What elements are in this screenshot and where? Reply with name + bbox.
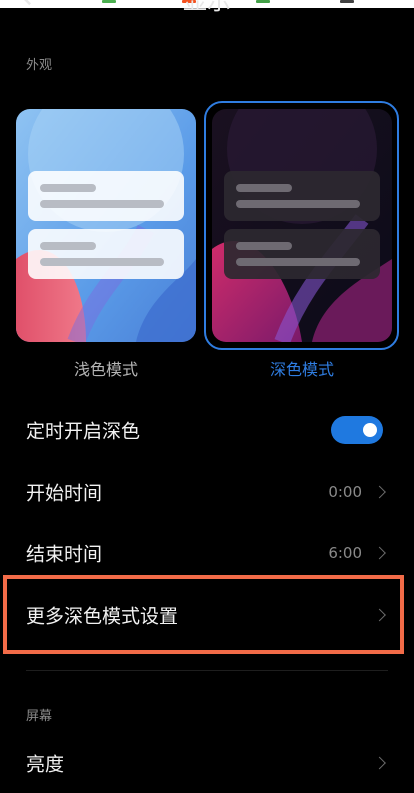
brightness-row[interactable]: 亮度	[0, 733, 414, 793]
mock-bar	[40, 200, 164, 208]
chevron-right-icon	[373, 756, 386, 770]
end-time-label: 结束时间	[26, 543, 103, 566]
scheduled-dark-toggle[interactable]	[331, 416, 383, 444]
mock-card	[28, 171, 184, 221]
dark-wallpaper-image	[212, 109, 392, 342]
section-label-appearance: 外观	[26, 58, 53, 73]
light-mode-label[interactable]: 浅色模式	[16, 356, 196, 380]
mock-bar	[40, 242, 96, 250]
brightness-label: 亮度	[26, 753, 65, 776]
mock-card	[224, 171, 380, 221]
dark-mode-preview[interactable]	[212, 109, 392, 342]
toggle-knob	[363, 423, 377, 437]
mock-card	[224, 229, 380, 279]
mock-bar	[236, 184, 292, 192]
page-header: ← 显示	[0, 0, 414, 24]
scheduled-dark-row[interactable]: 定时开启深色	[0, 400, 414, 460]
scheduled-dark-label: 定时开启深色	[26, 420, 141, 443]
mock-bar	[40, 258, 164, 266]
light-mode-preview[interactable]	[16, 109, 196, 342]
mock-bar	[236, 242, 292, 250]
section-label-screen: 屏幕	[26, 709, 53, 724]
end-time-row[interactable]: 结束时间 6:00	[0, 523, 414, 583]
dark-mode-label[interactable]: 深色模式	[212, 356, 392, 380]
divider	[26, 670, 388, 671]
start-time-row[interactable]: 开始时间 0:00	[0, 462, 414, 522]
light-wallpaper-image	[16, 109, 196, 342]
chevron-right-icon	[373, 485, 386, 499]
chevron-right-icon	[373, 546, 386, 560]
start-time-value: 0:00	[328, 483, 362, 501]
mock-bar	[236, 258, 360, 266]
highlight-box	[3, 575, 404, 654]
page-title: 显示	[183, 0, 231, 15]
end-time-value: 6:00	[328, 544, 362, 562]
start-time-label: 开始时间	[26, 482, 103, 505]
mock-bar	[236, 200, 360, 208]
mock-bar	[40, 184, 96, 192]
mock-card	[28, 229, 184, 279]
